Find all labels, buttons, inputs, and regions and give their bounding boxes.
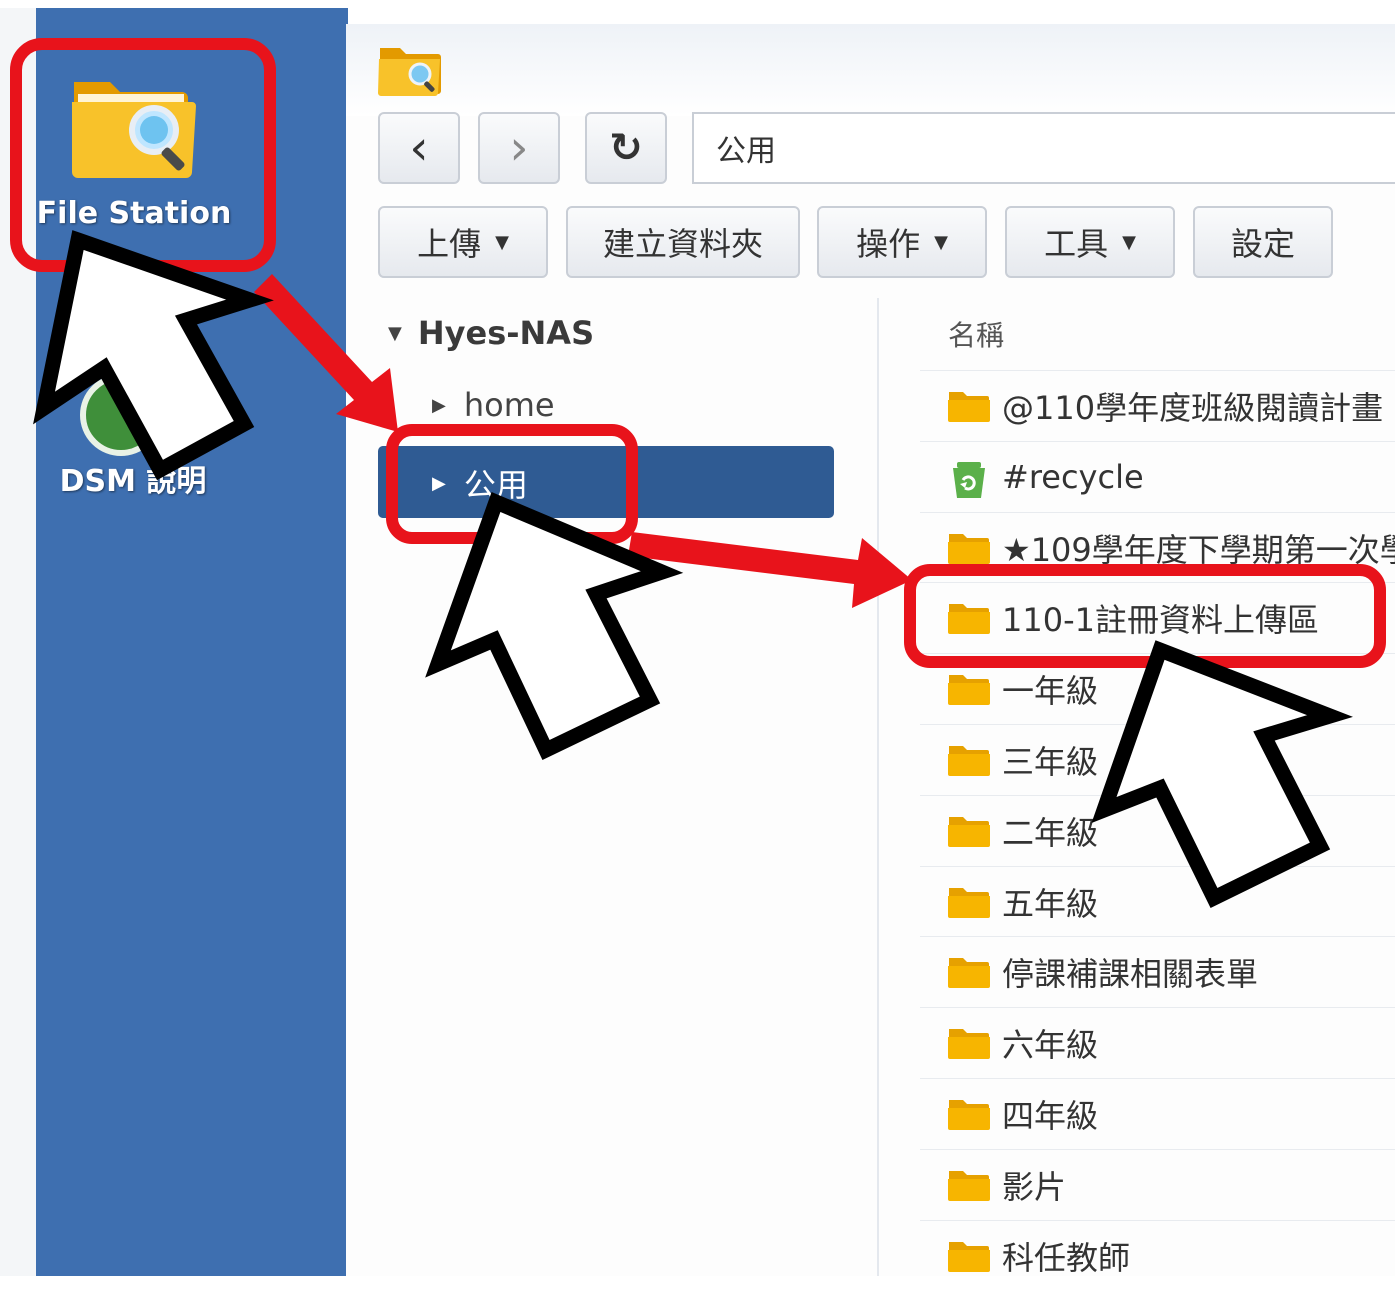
action-button[interactable]: 操作 ▼	[817, 206, 987, 278]
tree-item-home[interactable]: ▶ home	[432, 386, 555, 424]
folder-icon	[948, 1168, 990, 1202]
create-folder-button[interactable]: 建立資料夾	[566, 206, 800, 278]
chevron-left-icon: ‹	[409, 120, 429, 176]
tree-root[interactable]: ▼ Hyes-NAS	[388, 314, 594, 352]
tree-item-label: home	[463, 386, 555, 424]
list-item[interactable]: ★109學年度下學期第一次學	[920, 511, 1395, 583]
folder-icon	[948, 601, 990, 635]
recycle-bin-icon	[948, 460, 990, 498]
list-item-name: 影片	[1002, 1167, 1067, 1206]
list-item[interactable]: 影片	[920, 1148, 1395, 1220]
refresh-button[interactable]: ↻	[585, 112, 667, 184]
list-item-name: 停課補課相關表單	[1002, 955, 1259, 994]
list-item-name: 二年級	[1002, 813, 1099, 852]
list-item[interactable]: 四年級	[920, 1078, 1395, 1149]
folder-icon	[948, 672, 990, 706]
list-item[interactable]: 110-1註冊資料上傳區	[920, 582, 1395, 653]
folder-icon	[948, 531, 990, 565]
dsm-help-desktop-icon[interactable]: DSM 說明	[48, 370, 218, 500]
caret-right-icon: ▶	[432, 394, 446, 416]
desktop-edge	[0, 8, 36, 1276]
caret-down-icon: ▼	[934, 231, 948, 253]
path-text: 公用	[716, 134, 776, 169]
caret-down-icon: ▼	[495, 231, 509, 253]
forward-button[interactable]: ›	[478, 112, 560, 184]
list-item-name: 六年級	[1002, 1026, 1099, 1065]
chevron-right-icon: ›	[509, 120, 529, 176]
pane-divider	[877, 298, 879, 1276]
folder-icon	[948, 743, 990, 777]
dsm-help-icon	[80, 374, 162, 456]
list-item[interactable]: #recycle	[920, 440, 1395, 512]
folder-icon	[948, 1097, 990, 1131]
file-station-icon	[72, 82, 196, 178]
file-list: 名稱 @110學年度班級閱讀計畫 #recycle ★109學年度下學期第一次學 11…	[920, 300, 1395, 1277]
file-station-desktop-icon[interactable]: File Station	[36, 62, 232, 242]
upload-label: 上傳	[417, 225, 482, 263]
list-item[interactable]: 科任教師	[920, 1219, 1395, 1291]
list-item[interactable]: 一年級	[920, 653, 1395, 724]
action-label: 操作	[856, 225, 921, 263]
list-item[interactable]: @110學年度班級閱讀計畫	[920, 370, 1395, 441]
column-header-name[interactable]: 名稱	[948, 314, 1004, 354]
window-title-bar	[346, 24, 1395, 116]
list-item[interactable]: 六年級	[920, 1007, 1395, 1078]
refresh-icon: ↻	[609, 125, 643, 171]
back-button[interactable]: ‹	[378, 112, 460, 184]
list-item-name: 110-1註冊資料上傳區	[1002, 601, 1319, 640]
window-app-icon	[378, 48, 441, 96]
folder-icon	[948, 955, 990, 989]
tools-label: 工具	[1044, 225, 1109, 263]
caret-down-icon: ▼	[388, 322, 402, 344]
list-item[interactable]: 停課補課相關表單	[920, 936, 1395, 1007]
list-item-name: ★109學年度下學期第一次學	[1002, 530, 1395, 569]
list-item-name: 科任教師	[1002, 1238, 1131, 1277]
list-item-name: 三年級	[1002, 743, 1099, 781]
folder-icon	[948, 1239, 990, 1273]
list-item[interactable]: 五年級	[920, 865, 1395, 937]
folder-icon	[948, 814, 990, 848]
folder-icon	[948, 389, 990, 423]
caret-right-icon: ▶	[432, 472, 446, 494]
list-item-name: #recycle	[1002, 457, 1144, 496]
dsm-help-label: DSM 說明	[59, 464, 207, 499]
file-station-label: File Station	[36, 196, 232, 231]
list-item-name: @110學年度班級閱讀計畫	[1002, 389, 1384, 427]
tree-item-label: 公用	[463, 466, 528, 504]
create-folder-label: 建立資料夾	[602, 225, 763, 263]
tree-item-public[interactable]: ▶ 公用	[432, 460, 528, 506]
path-field[interactable]: 公用	[692, 112, 1395, 184]
list-item[interactable]: 三年級	[920, 724, 1395, 795]
tools-button[interactable]: 工具 ▼	[1005, 206, 1175, 278]
folder-icon	[948, 1026, 990, 1060]
caret-down-icon: ▼	[1122, 231, 1136, 253]
list-item-name: 五年級	[1002, 884, 1099, 923]
tree-root-label: Hyes-NAS	[417, 314, 595, 352]
list-item-name: 四年級	[1002, 1097, 1099, 1135]
list-item-name: 一年級	[1002, 672, 1099, 711]
settings-label: 設定	[1230, 225, 1295, 263]
list-item[interactable]: 二年級	[920, 794, 1395, 866]
folder-icon	[948, 885, 990, 919]
upload-button[interactable]: 上傳 ▼	[378, 206, 548, 278]
settings-button[interactable]: 設定	[1193, 206, 1333, 278]
